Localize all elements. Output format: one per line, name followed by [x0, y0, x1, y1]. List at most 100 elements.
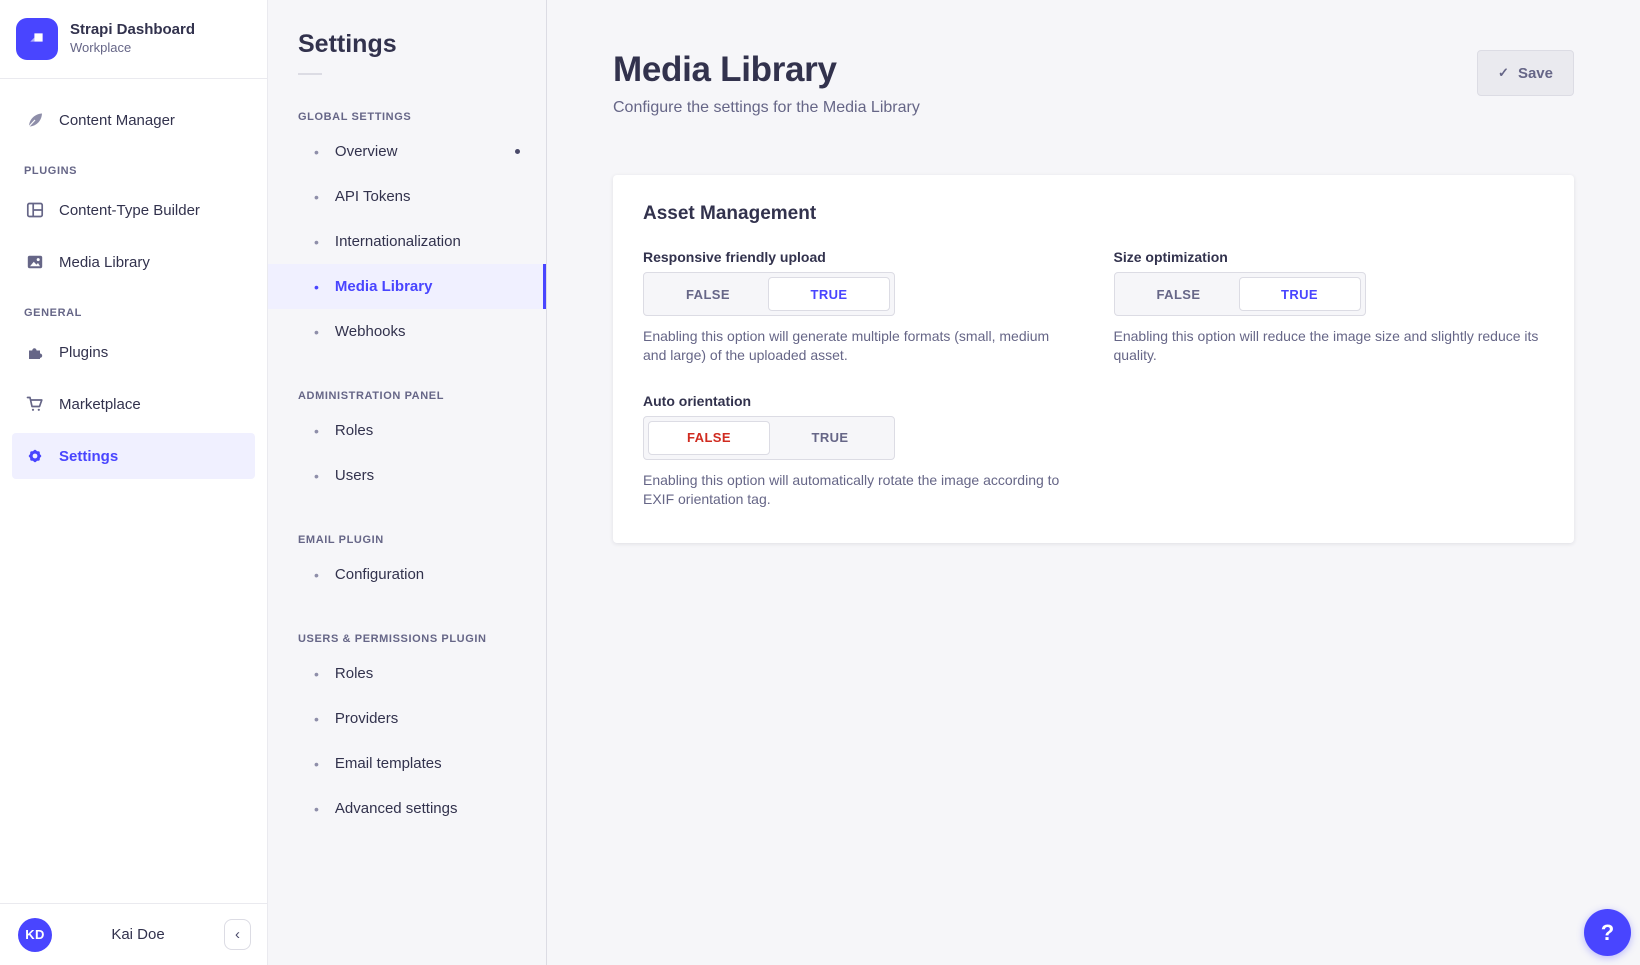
panel-title: Asset Management	[643, 203, 1544, 225]
size-optimization-toggle[interactable]: FALSE TRUE	[1114, 272, 1366, 316]
sidebar-item-plugins[interactable]: Plugins	[0, 329, 267, 375]
user-bar: KD Kai Doe ‹	[0, 903, 267, 965]
field-auto-orientation: Auto orientation FALSE TRUE Enabling thi…	[643, 393, 1074, 509]
field-hint: Enabling this option will automatically …	[643, 471, 1074, 509]
field-label: Auto orientation	[643, 393, 1074, 409]
sidebar-item-label: Settings	[59, 448, 118, 465]
settings-nav-advanced-settings[interactable]: • Advanced settings	[268, 786, 546, 831]
bullet-icon: •	[314, 802, 319, 816]
subnav-group-administration-panel: ADMINISTRATION PANEL	[268, 390, 546, 402]
settings-nav-api-tokens[interactable]: • API Tokens	[268, 174, 546, 219]
settings-nav-providers[interactable]: • Providers	[268, 696, 546, 741]
nav-section-plugins: PLUGINS	[0, 165, 267, 177]
check-icon: ✓	[1498, 65, 1509, 81]
field-size-optimization: Size optimization FALSE TRUE Enabling th…	[1114, 249, 1545, 365]
strapi-logo-icon	[16, 18, 58, 60]
settings-nav-up-roles[interactable]: • Roles	[268, 651, 546, 696]
title-divider	[298, 73, 322, 75]
settings-nav-email-configuration[interactable]: • Configuration	[268, 552, 546, 597]
avatar: KD	[18, 918, 52, 952]
subnav-group-email-plugin: EMAIL PLUGIN	[268, 534, 546, 546]
sidebar-item-marketplace[interactable]: Marketplace	[0, 381, 267, 427]
settings-nav-label: Roles	[335, 665, 520, 682]
bullet-icon: •	[314, 667, 319, 681]
toggle-option-false[interactable]: FALSE	[1119, 277, 1239, 311]
sidebar-item-label: Content Manager	[59, 112, 175, 129]
toggle-option-true[interactable]: TRUE	[768, 277, 890, 311]
settings-nav-label: Email templates	[335, 755, 520, 772]
save-button-label: Save	[1518, 65, 1553, 82]
field-responsive-friendly-upload: Responsive friendly upload FALSE TRUE En…	[643, 249, 1074, 365]
toggle-option-false[interactable]: FALSE	[648, 277, 768, 311]
settings-nav-label: Configuration	[335, 566, 520, 583]
workplace-label: Workplace	[70, 40, 195, 57]
field-label: Responsive friendly upload	[643, 249, 1074, 265]
main-nav-list: Content Manager PLUGINS Content-Type Bui…	[0, 79, 267, 903]
asset-management-panel: Asset Management Responsive friendly upl…	[613, 175, 1574, 543]
settings-nav-label: Webhooks	[335, 323, 520, 340]
bullet-icon: •	[314, 712, 319, 726]
settings-nav-internationalization[interactable]: • Internationalization	[268, 219, 546, 264]
settings-nav-admin-roles[interactable]: • Roles	[268, 408, 546, 453]
bullet-icon: •	[314, 190, 319, 204]
main-content: Media Library Configure the settings for…	[547, 0, 1640, 965]
notification-dot	[515, 149, 520, 154]
app-title: Strapi Dashboard	[70, 21, 195, 40]
sidebar-item-settings[interactable]: Settings	[12, 433, 255, 479]
layout-icon	[24, 200, 45, 221]
settings-nav-label: Media Library	[335, 278, 520, 295]
feather-pen-icon	[24, 110, 45, 131]
brand-header[interactable]: Strapi Dashboard Workplace	[0, 0, 267, 79]
main-sidebar: Strapi Dashboard Workplace Content Manag…	[0, 0, 268, 965]
settings-nav-label: Users	[335, 467, 520, 484]
puzzle-icon	[24, 342, 45, 363]
field-label: Size optimization	[1114, 249, 1545, 265]
sidebar-item-label: Marketplace	[59, 396, 141, 413]
chevron-left-icon: ‹	[235, 926, 240, 943]
settings-nav-label: Roles	[335, 422, 520, 439]
sidebar-item-media-library[interactable]: Media Library	[0, 239, 267, 285]
page-subtitle: Configure the settings for the Media Lib…	[613, 99, 920, 117]
bullet-icon: •	[314, 235, 319, 249]
subnav-group-global-settings: GLOBAL SETTINGS	[268, 111, 546, 123]
bullet-icon: •	[314, 568, 319, 582]
sidebar-item-label: Media Library	[59, 254, 150, 271]
bullet-icon: •	[314, 469, 319, 483]
sidebar-item-label: Plugins	[59, 344, 108, 361]
settings-nav-label: Advanced settings	[335, 800, 520, 817]
nav-section-general: GENERAL	[0, 307, 267, 319]
responsive-friendly-upload-toggle[interactable]: FALSE TRUE	[643, 272, 895, 316]
settings-nav-admin-users[interactable]: • Users	[268, 453, 546, 498]
help-button[interactable]: ?	[1584, 909, 1631, 956]
settings-nav-webhooks[interactable]: • Webhooks	[268, 309, 546, 354]
bullet-icon: •	[314, 145, 319, 159]
settings-nav-label: Overview	[335, 143, 499, 160]
subnav-title: Settings	[268, 30, 546, 59]
settings-nav-media-library[interactable]: • Media Library	[268, 264, 546, 309]
settings-nav-label: Internationalization	[335, 233, 520, 250]
toggle-option-true[interactable]: TRUE	[1239, 277, 1361, 311]
settings-subnav: Settings GLOBAL SETTINGS • Overview • AP…	[268, 0, 547, 965]
bullet-icon: •	[314, 280, 319, 294]
shopping-cart-icon	[24, 394, 45, 415]
save-button[interactable]: ✓ Save	[1477, 50, 1574, 96]
toggle-option-true[interactable]: TRUE	[770, 421, 890, 455]
user-name: Kai Doe	[52, 926, 224, 943]
bullet-icon: •	[314, 757, 319, 771]
subnav-group-users-permissions: USERS & PERMISSIONS PLUGIN	[268, 633, 546, 645]
gear-icon	[24, 446, 45, 467]
collapse-sidebar-button[interactable]: ‹	[224, 919, 251, 950]
sidebar-item-content-type-builder[interactable]: Content-Type Builder	[0, 187, 267, 233]
page-header: Media Library Configure the settings for…	[613, 50, 1574, 117]
image-icon	[24, 252, 45, 273]
auto-orientation-toggle[interactable]: FALSE TRUE	[643, 416, 895, 460]
toggle-option-false[interactable]: FALSE	[648, 421, 770, 455]
field-hint: Enabling this option will generate multi…	[643, 327, 1074, 365]
bullet-icon: •	[314, 424, 319, 438]
bullet-icon: •	[314, 325, 319, 339]
settings-nav-overview[interactable]: • Overview	[268, 129, 546, 174]
settings-nav-label: API Tokens	[335, 188, 520, 205]
sidebar-item-content-manager[interactable]: Content Manager	[0, 97, 267, 143]
settings-nav-email-templates[interactable]: • Email templates	[268, 741, 546, 786]
fields-grid: Responsive friendly upload FALSE TRUE En…	[643, 249, 1544, 509]
